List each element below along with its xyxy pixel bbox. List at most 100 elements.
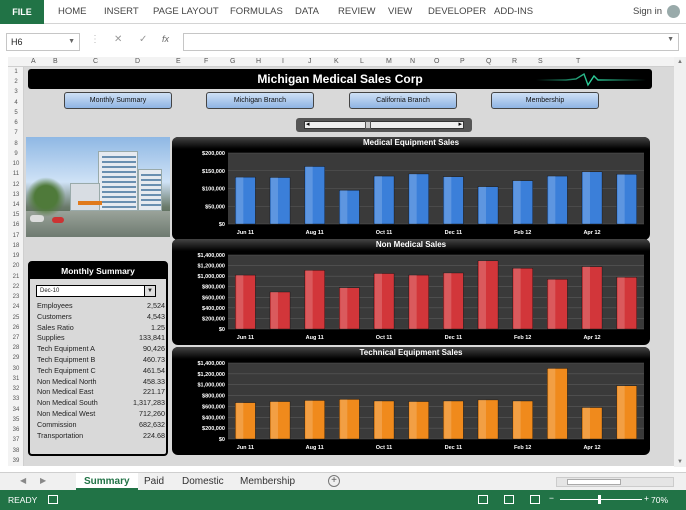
row-header[interactable]: 16 <box>8 222 24 228</box>
row-header[interactable]: 31 <box>8 376 24 382</box>
row-header[interactable]: 12 <box>8 182 24 188</box>
chevron-down-icon[interactable]: ▼ <box>144 286 155 296</box>
row-header[interactable]: 30 <box>8 366 24 372</box>
column-header[interactable]: Q <box>486 57 491 67</box>
scroll-thumb[interactable] <box>567 479 621 485</box>
column-header[interactable]: A <box>31 57 36 67</box>
column-header[interactable]: N <box>410 57 415 67</box>
add-sheet-icon[interactable]: + <box>328 475 340 487</box>
cancel-icon[interactable]: ✕ <box>114 34 122 45</box>
scroll-thumb[interactable] <box>365 121 371 129</box>
row-header[interactable]: 24 <box>8 304 24 310</box>
row-header[interactable]: 33 <box>8 396 24 402</box>
row-header[interactable]: 14 <box>8 202 24 208</box>
expand-formula-icon[interactable]: ▼ <box>667 36 674 43</box>
row-header[interactable]: 13 <box>8 192 24 198</box>
normal-view-icon[interactable] <box>478 495 488 504</box>
column-header[interactable]: T <box>576 57 580 67</box>
row-header[interactable]: 6 <box>8 120 24 126</box>
column-header[interactable]: D <box>135 57 140 67</box>
chevron-down-icon[interactable]: ▼ <box>68 34 75 50</box>
row-header[interactable]: 4 <box>8 100 24 106</box>
sign-in-link[interactable]: Sign in <box>633 0 662 24</box>
column-header[interactable]: G <box>230 57 235 67</box>
macro-record-icon[interactable] <box>48 495 58 504</box>
tab-home[interactable]: HOME <box>58 0 87 24</box>
row-header[interactable]: 39 <box>8 458 24 464</box>
file-tab[interactable]: FILE <box>0 0 44 24</box>
insert-function-icon[interactable]: fx <box>162 34 169 44</box>
tab-add-ins[interactable]: ADD-INS <box>494 0 533 24</box>
column-header[interactable]: R <box>512 57 517 67</box>
zoom-slider-knob[interactable] <box>598 495 601 504</box>
row-header[interactable]: 37 <box>8 437 24 443</box>
avatar[interactable] <box>667 5 680 18</box>
tab-formulas[interactable]: FORMULAS <box>230 0 283 24</box>
name-box[interactable]: H6 ▼ <box>6 33 80 51</box>
scroll-right-icon[interactable]: ▸ <box>458 120 462 128</box>
row-header[interactable]: 22 <box>8 284 24 290</box>
column-header[interactable]: H <box>256 57 261 67</box>
row-header[interactable]: 8 <box>8 141 24 147</box>
row-header[interactable]: 10 <box>8 161 24 167</box>
month-scrollbar[interactable]: ◂ ▸ <box>296 118 472 132</box>
row-header[interactable]: 18 <box>8 243 24 249</box>
row-header[interactable]: 17 <box>8 233 24 239</box>
column-header[interactable]: K <box>334 57 339 67</box>
row-header[interactable]: 27 <box>8 335 24 341</box>
tab-next-icon[interactable]: ▶ <box>40 476 46 485</box>
zoom-slider[interactable] <box>560 495 642 504</box>
row-header[interactable]: 20 <box>8 263 24 269</box>
row-header[interactable]: 32 <box>8 386 24 392</box>
sheet-tab-paid[interactable]: Paid <box>136 473 172 490</box>
row-header[interactable]: 19 <box>8 253 24 259</box>
row-header[interactable]: 9 <box>8 151 24 157</box>
sheet-tab-membership[interactable]: Membership <box>232 473 303 490</box>
column-header[interactable]: S <box>538 57 543 67</box>
row-header[interactable]: 3 <box>8 89 24 95</box>
membership-button[interactable]: Membership <box>491 92 599 109</box>
row-header[interactable]: 38 <box>8 448 24 454</box>
column-header[interactable]: O <box>434 57 439 67</box>
row-header[interactable]: 28 <box>8 345 24 351</box>
month-select[interactable]: Dec-10 ▼ <box>36 285 156 297</box>
row-header[interactable]: 25 <box>8 315 24 321</box>
scroll-track[interactable] <box>304 121 464 129</box>
column-header[interactable]: C <box>93 57 98 67</box>
row-header[interactable]: 1 <box>8 69 24 75</box>
monthly-summary-button[interactable]: Monthly Summary <box>64 92 172 109</box>
row-header[interactable]: 36 <box>8 427 24 433</box>
column-header[interactable]: P <box>460 57 465 67</box>
tab-page-layout[interactable]: PAGE LAYOUT <box>153 0 219 24</box>
zoom-level[interactable]: 70% <box>651 495 668 505</box>
formula-input[interactable]: ▼ <box>183 33 679 51</box>
scroll-left-icon[interactable]: ◂ <box>306 120 310 128</box>
horizontal-scrollbar[interactable] <box>556 477 674 487</box>
column-header[interactable]: M <box>386 57 392 67</box>
zoom-in-icon[interactable]: + <box>644 493 649 503</box>
row-header[interactable]: 23 <box>8 294 24 300</box>
sheet-tab-domestic[interactable]: Domestic <box>174 473 232 490</box>
column-header[interactable]: L <box>360 57 364 67</box>
sheet-tab-summary[interactable]: Summary <box>76 473 138 490</box>
page-layout-view-icon[interactable] <box>504 495 514 504</box>
page-break-view-icon[interactable] <box>530 495 540 504</box>
tab-data[interactable]: DATA <box>295 0 319 24</box>
column-header[interactable]: B <box>53 57 58 67</box>
scroll-down-icon[interactable]: ▼ <box>677 459 683 465</box>
column-header[interactable]: E <box>176 57 181 67</box>
zoom-out-icon[interactable]: − <box>549 493 554 503</box>
tab-insert[interactable]: INSERT <box>104 0 139 24</box>
tab-prev-icon[interactable]: ◀ <box>20 476 26 485</box>
row-header[interactable]: 2 <box>8 79 24 85</box>
column-header[interactable]: F <box>204 57 208 67</box>
row-header[interactable]: 5 <box>8 110 24 116</box>
michigan-branch-button[interactable]: Michigan Branch <box>206 92 314 109</box>
row-header[interactable]: 29 <box>8 355 24 361</box>
tab-view[interactable]: VIEW <box>388 0 412 24</box>
row-header[interactable]: 7 <box>8 130 24 136</box>
row-header[interactable]: 34 <box>8 407 24 413</box>
scroll-up-icon[interactable]: ▲ <box>677 59 683 65</box>
tab-review[interactable]: REVIEW <box>338 0 375 24</box>
california-branch-button[interactable]: California Branch <box>349 92 457 109</box>
